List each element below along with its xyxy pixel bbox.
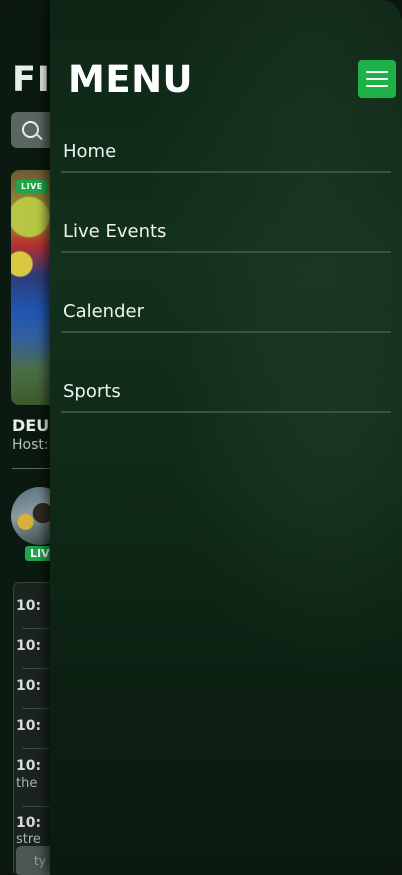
menu-divider — [61, 171, 391, 173]
menu-toggle-button[interactable] — [358, 60, 396, 98]
chat-message-time: 10: — [16, 758, 42, 774]
event-card-host: Host: — [12, 437, 49, 453]
live-badge: LIVE — [16, 180, 48, 193]
event-card-title[interactable]: DEU — [12, 416, 49, 435]
menu-item-label: Live Events — [63, 221, 167, 242]
chat-message-time: 10: — [16, 638, 42, 654]
menu-divider — [61, 411, 391, 413]
side-menu: MENU Home Live Events Calender Sports — [50, 0, 402, 875]
menu-title: MENU — [68, 58, 194, 101]
chat-message-time: 10: — [16, 678, 42, 694]
chat-message-time: 10: — [16, 718, 42, 734]
search-icon — [22, 121, 39, 138]
menu-item-calender[interactable]: Calender — [61, 301, 391, 383]
chat-message-text: the — [16, 776, 38, 791]
app-frame: FI LIVE DEU Host: LIVE 10: 10: 10: 10: 1… — [0, 0, 402, 875]
menu-item-home[interactable]: Home — [61, 141, 391, 223]
menu-item-label: Home — [63, 141, 117, 162]
menu-divider — [61, 251, 391, 253]
menu-item-live-events[interactable]: Live Events — [61, 221, 391, 303]
chat-message-text: stre — [16, 832, 41, 847]
menu-item-label: Calender — [63, 301, 144, 322]
menu-item-label: Sports — [63, 381, 121, 402]
menu-divider — [61, 331, 391, 333]
chat-message-time: 10: — [16, 598, 42, 614]
page-title: FI — [12, 60, 51, 100]
menu-item-sports[interactable]: Sports — [61, 381, 391, 463]
chat-message-time: 10: — [16, 815, 42, 831]
